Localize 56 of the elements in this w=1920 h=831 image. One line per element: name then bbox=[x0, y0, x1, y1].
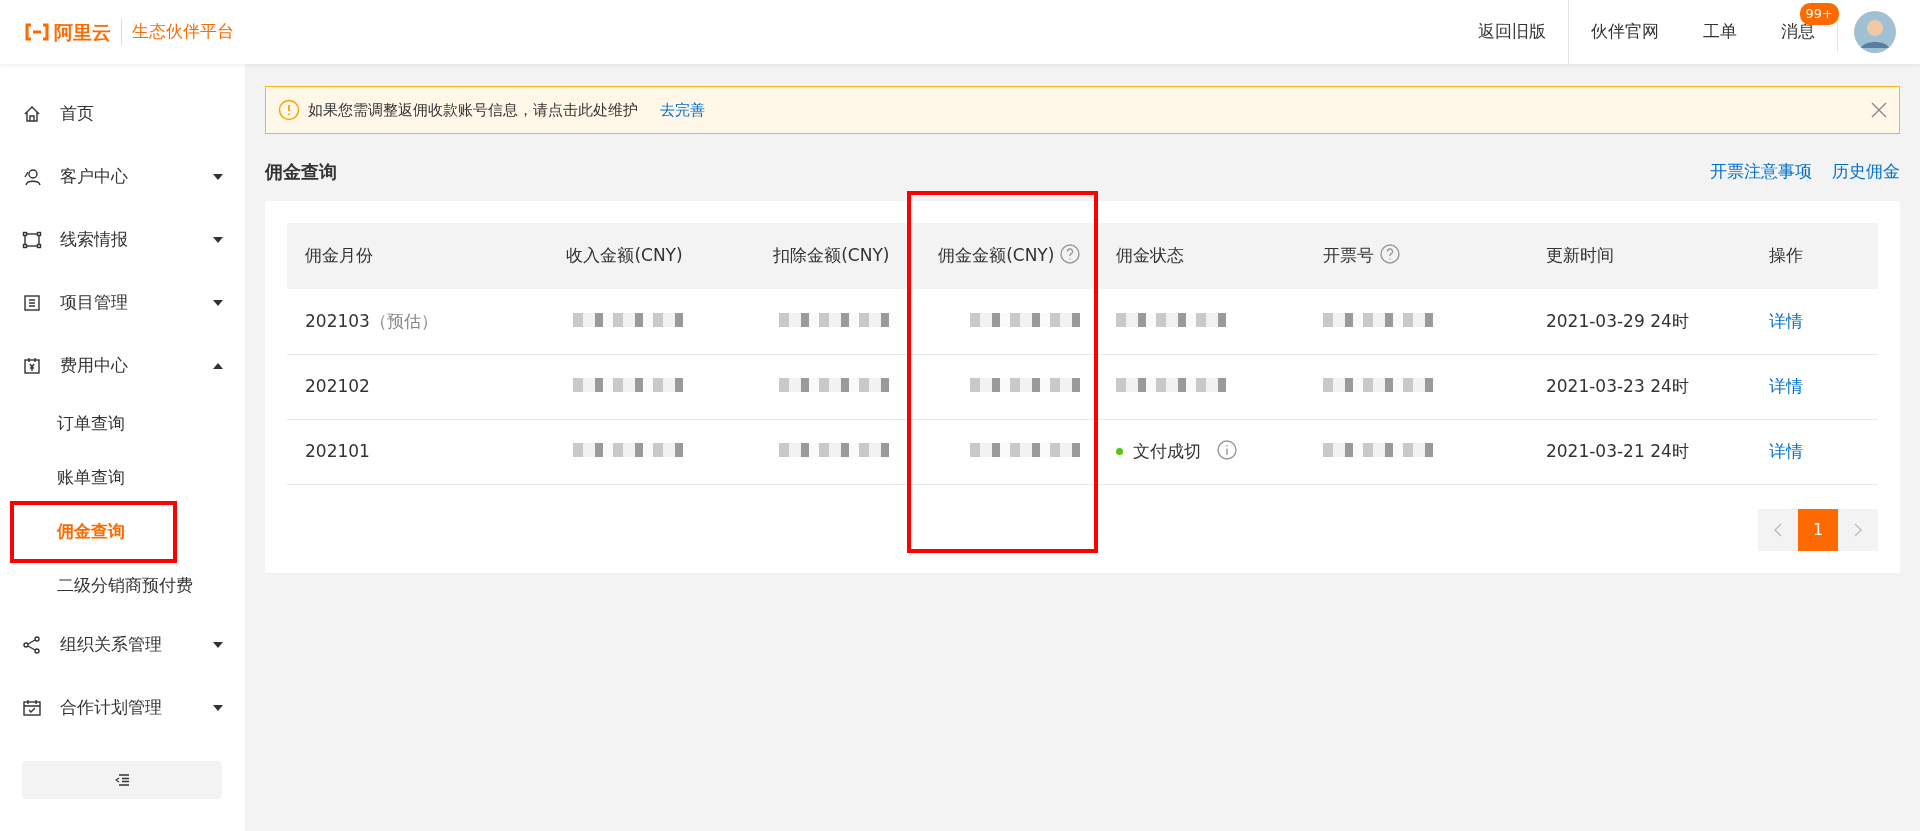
status-text: 文付成切 bbox=[1133, 440, 1202, 461]
sidebar-item[interactable]: 费用中心 bbox=[0, 334, 245, 397]
header-link[interactable]: 返回旧版 bbox=[1456, 0, 1568, 64]
header-link[interactable]: 伙伴官网 bbox=[1568, 0, 1681, 64]
sidebar-subitem[interactable]: 账单查询 bbox=[0, 451, 245, 505]
table-cell: 2021-03-23 24时 bbox=[1527, 354, 1751, 419]
warning-icon bbox=[278, 99, 300, 121]
table-cell: 2021-03-21 24时 bbox=[1527, 419, 1751, 484]
share-icon bbox=[22, 634, 42, 655]
table-cell: 202101 bbox=[287, 419, 510, 484]
sidebar-subitem[interactable]: 二级分销商预付费 bbox=[0, 559, 245, 613]
info-icon bbox=[1217, 439, 1238, 460]
details-link[interactable]: 详情 bbox=[1768, 310, 1803, 331]
list-icon bbox=[22, 292, 42, 313]
page-link[interactable]: 历史佣金 bbox=[1832, 160, 1900, 181]
column-header: 操作 bbox=[1750, 223, 1878, 289]
table-cell: 2021-03-29 24时 bbox=[1527, 289, 1751, 354]
help-icon bbox=[1380, 244, 1401, 265]
page-link[interactable]: 开票注意事项 bbox=[1710, 160, 1812, 181]
header-link[interactable]: 工单 bbox=[1681, 0, 1759, 64]
table-cell: 202103（预估） bbox=[287, 289, 510, 354]
collapse-icon bbox=[115, 774, 129, 786]
sidebar-item[interactable]: 项目管理 bbox=[0, 271, 245, 334]
notification-badge: 99+ bbox=[1799, 3, 1839, 25]
column-header: 佣金月份 bbox=[287, 223, 510, 289]
details-link[interactable]: 详情 bbox=[1768, 375, 1803, 396]
chevron-right-icon[interactable] bbox=[1838, 508, 1878, 551]
alert-link[interactable]: 去完善 bbox=[660, 98, 705, 122]
sidebar-item[interactable]: 线索情报 bbox=[0, 208, 245, 271]
alert-text: 如果您需调整返佣收款账号信息，请点击此处维护 bbox=[308, 99, 638, 121]
collapse-sidebar-button[interactable] bbox=[22, 761, 222, 799]
calendar-icon bbox=[22, 697, 42, 718]
sidebar-item[interactable]: 客户中心 bbox=[0, 145, 245, 208]
sidebar-subitem[interactable]: 订单查询 bbox=[0, 397, 245, 451]
logo-icon bbox=[24, 23, 50, 41]
table-cell: 202102 bbox=[287, 354, 510, 419]
yen-icon bbox=[22, 355, 42, 376]
header-link[interactable]: 消息 99+ bbox=[1759, 0, 1837, 64]
sidebar-item[interactable]: 组织关系管理 bbox=[0, 613, 245, 676]
sidebar-item[interactable]: 合作计划管理 bbox=[0, 676, 245, 739]
platform-name: 生态伙伴平台 bbox=[121, 19, 234, 45]
page-title: 佣金查询 bbox=[265, 160, 337, 184]
column-header: 扣除金额(CNY) bbox=[700, 223, 908, 289]
frame-icon bbox=[22, 229, 42, 250]
column-header: 收入金额(CNY) bbox=[509, 223, 701, 289]
close-icon[interactable] bbox=[1871, 102, 1887, 118]
logo-text: 阿里云 bbox=[54, 19, 111, 45]
details-link[interactable]: 详情 bbox=[1768, 440, 1803, 461]
sidebar-item[interactable]: 首页 bbox=[0, 82, 245, 145]
column-header: 佣金状态 bbox=[1098, 223, 1306, 289]
user-icon bbox=[22, 166, 42, 187]
avatar-icon bbox=[1854, 11, 1896, 53]
help-icon bbox=[1060, 244, 1081, 265]
column-header: 更新时间 bbox=[1527, 223, 1751, 289]
chevron-left-icon[interactable] bbox=[1758, 508, 1798, 551]
column-header: 开票号 bbox=[1305, 223, 1528, 289]
